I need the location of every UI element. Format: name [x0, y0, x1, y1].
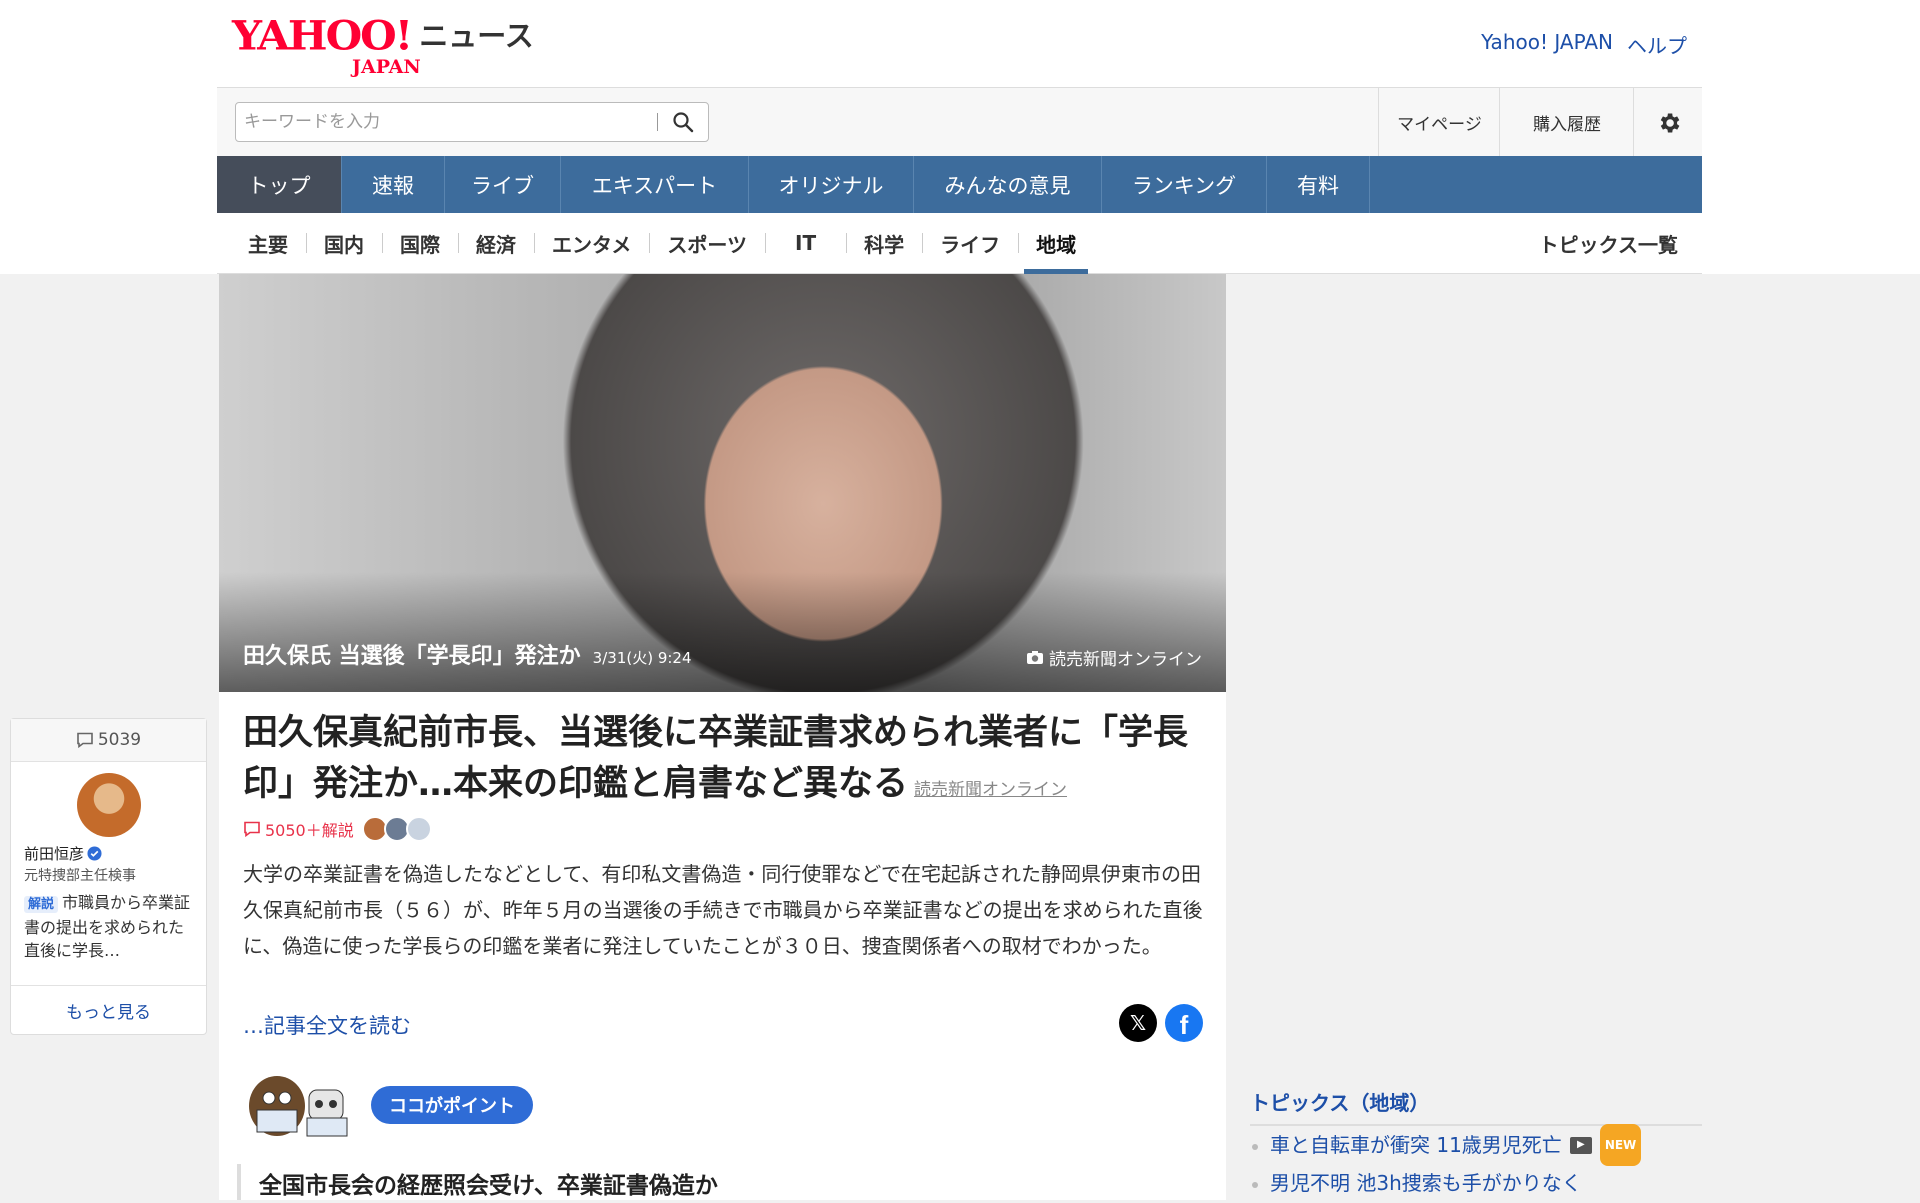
mascot-icon	[243, 1070, 363, 1140]
mainnav-ranking[interactable]: ランキング	[1102, 156, 1267, 213]
point-title: 全国市長会の経歴照会受け、卒業証書偽造か	[237, 1164, 718, 1200]
subnav-it[interactable]: IT	[765, 213, 846, 273]
topics-list-link[interactable]: トピックス一覧	[1539, 229, 1678, 258]
yahoo-japan-link[interactable]: Yahoo! JAPAN	[1481, 30, 1613, 59]
subnav-science[interactable]: 科学	[846, 213, 922, 273]
mypage-button[interactable]: マイページ	[1378, 88, 1500, 157]
purchase-history-button[interactable]: 購入履歴	[1499, 88, 1634, 157]
logo-japan-text: JAPAN	[352, 56, 421, 78]
header-links: Yahoo! JAPAN ヘルプ	[1481, 30, 1687, 59]
gear-icon	[1660, 112, 1679, 133]
category-nav: 主要 国内 国際 経済 エンタメ スポーツ IT 科学 ライフ 地域 トピックス…	[217, 213, 1702, 274]
avatar	[405, 816, 432, 842]
commentary-tag: 解説	[24, 896, 59, 913]
article-panel: 田久保真紀前市長、当選後に卒業証書求められ業者に「学長印」発注か…本来の印鑑と肩…	[219, 692, 1226, 1200]
hero-date: 3/31(火) 9:24	[592, 649, 692, 667]
help-link[interactable]: ヘルプ	[1627, 30, 1687, 59]
read-full-article-link[interactable]: …記事全文を読む	[243, 1010, 411, 1040]
subnav-entertainment[interactable]: エンタメ	[534, 213, 649, 273]
commenter-name: 前田恒彦	[24, 843, 102, 864]
topic-item-text: 車と自転車が衝突 11歳男児死亡	[1270, 1133, 1562, 1157]
comment-excerpt: 解説 市職員から卒業証書の提出を求められた直後に学長…	[24, 891, 196, 962]
commenter-role: 元特捜部主任検事	[24, 868, 136, 884]
logo-news-text: ニュース	[419, 19, 534, 53]
article-headline[interactable]: 田久保真紀前市長、当選後に卒業証書求められ業者に「学長印」発注か…本来の印鑑と肩…	[243, 708, 1203, 816]
comment-card-header: 5039	[11, 719, 206, 762]
logo-yahoo-text: YAHOO!	[232, 12, 413, 59]
topics-title: トピックス（地域）	[1250, 1082, 1702, 1126]
mainnav-opinion[interactable]: みんなの意見	[914, 156, 1102, 213]
article-lead: 大学の卒業証書を偽造したなどとして、有印私文書偽造・同行使罪などで在宅起訴された…	[243, 862, 1203, 958]
new-badge: NEW	[1599, 1124, 1642, 1166]
search-icon	[673, 112, 694, 133]
avatar	[77, 773, 141, 837]
comment-icon	[244, 821, 260, 837]
mainnav-paid[interactable]: 有料	[1267, 156, 1370, 213]
facebook-icon: f	[1179, 1009, 1189, 1040]
comment-meta[interactable]: 5050＋解説	[243, 816, 432, 842]
subnav-domestic[interactable]: 国内	[306, 213, 382, 273]
search-button[interactable]	[658, 103, 708, 141]
subnav-world[interactable]: 国際	[382, 213, 458, 273]
mainnav-breaking[interactable]: 速報	[342, 156, 445, 213]
yahoo-news-logo[interactable]: YAHOO! JAPAN ニュース	[232, 12, 534, 78]
expert-avatars	[361, 816, 432, 842]
main-nav: トップ 速報 ライブ エキスパート オリジナル みんなの意見 ランキング 有料	[217, 156, 1702, 213]
mainnav-original[interactable]: オリジナル	[749, 156, 914, 213]
video-icon: ▶	[1569, 1136, 1592, 1154]
point-section-header: ココがポイント	[243, 1070, 533, 1140]
search-input[interactable]	[236, 103, 657, 141]
topic-item-text: 男児不明 池3h捜索も手がかりなく	[1270, 1171, 1582, 1195]
search-row: マイページ 購入履歴	[217, 87, 1702, 157]
topic-item[interactable]: 男児不明 池3h捜索も手がかりなく	[1250, 1164, 1702, 1202]
hero-gradient	[219, 572, 1226, 692]
expert-comment-card[interactable]: 5039 前田恒彦 元特捜部主任検事 解説 市職員から卒業証書の提出を求められた直…	[10, 718, 207, 1035]
subnav-sports[interactable]: スポーツ	[649, 213, 765, 273]
mainnav-top[interactable]: トップ	[217, 156, 342, 213]
hero-caption: 田久保氏 当選後「学長印」発注か 3/31(火) 9:24	[243, 638, 692, 670]
mainnav-expert[interactable]: エキスパート	[561, 156, 749, 213]
hero-source-text: 読売新聞オンライン	[1049, 650, 1202, 670]
subnav-life[interactable]: ライフ	[922, 213, 1018, 273]
share-x-button[interactable]: 𝕏	[1119, 1004, 1157, 1042]
comment-icon	[77, 732, 93, 748]
point-badge: ココがポイント	[371, 1086, 533, 1124]
subnav-local[interactable]: 地域	[1018, 213, 1094, 274]
article-source-link[interactable]: 読売新聞オンライン	[914, 780, 1067, 800]
subnav-business[interactable]: 経済	[458, 213, 534, 273]
share-facebook-button[interactable]: f	[1165, 1004, 1203, 1042]
see-more-button[interactable]: もっと見る	[11, 985, 206, 1034]
topic-item[interactable]: 車と自転車が衝突 11歳男児死亡 ▶ NEW	[1250, 1124, 1702, 1166]
verified-icon	[87, 846, 102, 861]
settings-button[interactable]	[1633, 88, 1703, 157]
local-topics: トピックス（地域） 車と自転車が衝突 11歳男児死亡 ▶ NEW 男児不明 池3…	[1250, 1082, 1702, 1202]
hero-source: 読売新聞オンライン	[1026, 645, 1202, 670]
comment-count: 5050＋解説	[265, 821, 354, 840]
mainnav-live[interactable]: ライブ	[445, 156, 561, 213]
hero-image[interactable]: 田久保氏 当選後「学長印」発注か 3/31(火) 9:24 読売新聞オンライン	[219, 274, 1226, 692]
x-icon: 𝕏	[1129, 1011, 1147, 1035]
subnav-main[interactable]: 主要	[217, 213, 306, 273]
camera-icon	[1027, 651, 1043, 664]
commenter-name-text: 前田恒彦	[24, 845, 85, 863]
search-box	[235, 102, 709, 142]
comment-card-count: 5039	[97, 730, 142, 750]
hero-caption-title: 田久保氏 当選後「学長印」発注か	[243, 644, 581, 669]
